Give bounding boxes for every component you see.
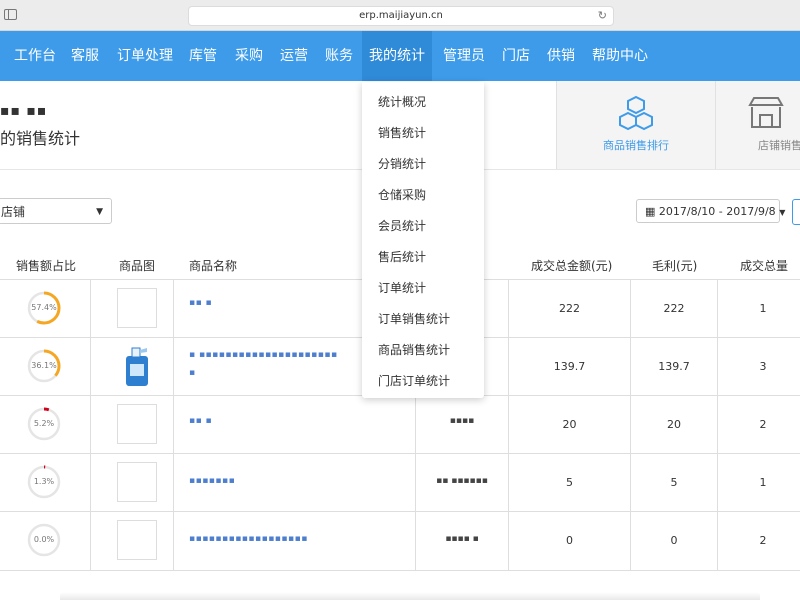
menu-item-distribution-stats[interactable]: 分销统计 [378, 149, 426, 180]
product-code: ▪▪ ▪▪▪▪▪▪ [436, 476, 488, 486]
percent-label: 5.2% [33, 419, 55, 428]
menu-item-member-stats[interactable]: 会员统计 [378, 211, 426, 242]
store-select[interactable]: 店铺 ▼ [0, 198, 112, 224]
product-thumbnail [117, 462, 157, 502]
menu-item-warehouse-purchase[interactable]: 仓储采购 [378, 180, 426, 211]
product-name-line2: ▪ [189, 368, 196, 378]
top-nav: 工作台 客服 订单处理 库管 采购 运营 账务 我的统计 管理员 门店 供销 帮… [0, 31, 800, 81]
total-qty: 1 [759, 476, 767, 489]
chevron-down-icon: ▼ [96, 207, 103, 217]
product-code: ▪▪▪▪ [449, 416, 475, 426]
total-qty: 2 [759, 418, 767, 431]
col-product-name: 商品名称 [189, 259, 238, 273]
percent-label: 36.1% [31, 361, 57, 370]
total-qty: 3 [759, 360, 767, 373]
nav-item-workbench[interactable]: 工作台 [14, 31, 56, 81]
product-thumbnail [117, 404, 157, 444]
store-icon [748, 97, 784, 128]
percent-label: 57.4% [31, 303, 57, 312]
product-thumbnail [117, 288, 157, 328]
product-name[interactable]: ▪▪▪▪▪▪▪▪▪▪▪▪▪▪▪▪▪▪ [189, 534, 308, 544]
total-qty: 2 [759, 534, 767, 547]
menu-item-order-sales-stats[interactable]: 订单销售统计 [378, 304, 450, 335]
nav-item-distribution[interactable]: 供销 [547, 31, 575, 81]
product-code: ▪▪▪▪ ▪ [445, 534, 479, 544]
page-subtitle: ▪▪ ▪▪ [0, 103, 48, 119]
detergent-bottle-image [126, 347, 148, 386]
calendar-icon: ▦ [645, 205, 656, 218]
store-select-value: 店铺 [1, 205, 26, 219]
col-total-amount[interactable]: 成交总金额(元) [531, 253, 612, 279]
col-sales-share[interactable]: 销售额占比 [16, 253, 76, 279]
menu-item-sales-stats[interactable]: 销售统计 [378, 118, 426, 149]
search-button[interactable] [792, 199, 800, 225]
date-range-picker[interactable]: ▦ 2017/8/10 - 2017/9/8 ▼ [636, 199, 785, 223]
menu-item-overview[interactable]: 统计概况 [378, 87, 426, 118]
sidebar-toggle-icon[interactable] [4, 9, 17, 20]
product-name[interactable]: ▪▪ ▪ [189, 298, 212, 308]
product-name[interactable]: ▪ ▪▪▪▪▪▪▪▪▪▪▪▪▪▪▪▪▪▪▪▪▪ [189, 350, 338, 360]
nav-item-accounts[interactable]: 账务 [325, 31, 353, 81]
reload-icon[interactable]: ↻ [598, 7, 607, 25]
date-range-value: 2017/8/10 - 2017/9/8 [658, 205, 776, 218]
nav-item-help[interactable]: 帮助中心 [592, 31, 648, 81]
card-product-ranking-label: 商品销售排行 [603, 139, 669, 152]
menu-item-store-order-stats[interactable]: 门店订单统计 [378, 366, 450, 397]
nav-item-purchase[interactable]: 采购 [235, 31, 263, 81]
total-amount: 139.7 [553, 360, 586, 373]
total-amount: 222 [559, 302, 580, 315]
nav-item-my-stats[interactable]: 我的统计 [362, 31, 432, 81]
page-title: 的销售统计 [0, 129, 81, 148]
menu-item-order-stats[interactable]: 订单统计 [378, 273, 426, 304]
card-product-ranking[interactable]: 商品销售排行 [556, 81, 715, 169]
cubes-icon [619, 95, 653, 131]
table-row[interactable]: 0.0% ▪▪▪▪▪▪▪▪▪▪▪▪▪▪▪▪▪▪ ▪▪▪▪ ▪ 0 0 2 [0, 511, 800, 571]
total-qty: 1 [759, 302, 767, 315]
stats-dropdown-menu: 统计概况 销售统计 分销统计 仓储采购 会员统计 售后统计 订单统计 订单销售统… [362, 82, 484, 398]
total-amount: 20 [562, 418, 577, 431]
browser-toolbar: erp.maijiayun.cn ↻ [0, 0, 800, 31]
gross-profit: 139.7 [658, 360, 690, 373]
table-row[interactable]: 1.3% ▪▪▪▪▪▪▪ ▪▪ ▪▪▪▪▪▪ 5 5 1 [0, 453, 800, 512]
product-thumbnail [117, 520, 157, 560]
total-amount: 0 [566, 534, 573, 547]
table-row[interactable]: 5.2% ▪▪ ▪ ▪▪▪▪ 20 20 2 [0, 395, 800, 454]
bottom-panel-edge [60, 592, 760, 600]
nav-item-inventory[interactable]: 库管 [189, 31, 217, 81]
nav-item-store[interactable]: 门店 [502, 31, 530, 81]
percent-label: 1.3% [33, 477, 55, 486]
menu-item-aftersales-stats[interactable]: 售后统计 [378, 242, 426, 273]
gross-profit: 0 [670, 534, 678, 547]
col-product-image: 商品图 [119, 259, 156, 273]
chevron-down-icon: ▼ [779, 208, 786, 217]
product-name[interactable]: ▪▪▪▪▪▪▪ [189, 476, 235, 486]
col-total-qty[interactable]: 成交总量 [740, 253, 788, 279]
total-amount: 5 [566, 476, 573, 489]
percent-label: 0.0% [33, 535, 55, 544]
col-gross-profit[interactable]: 毛利(元) [652, 253, 697, 279]
menu-item-product-sales-stats[interactable]: 商品销售统计 [378, 335, 450, 366]
gross-profit: 222 [663, 302, 685, 315]
address-bar[interactable]: erp.maijiayun.cn ↻ [188, 6, 614, 26]
nav-item-orders[interactable]: 订单处理 [117, 31, 173, 81]
nav-item-operations[interactable]: 运营 [280, 31, 308, 81]
nav-item-service[interactable]: 客服 [71, 31, 99, 81]
card-store-sales[interactable]: 店铺销售 [715, 81, 800, 169]
gross-profit: 20 [667, 418, 681, 431]
nav-item-admin[interactable]: 管理员 [443, 31, 485, 81]
url-text: erp.maijiayun.cn [359, 10, 443, 21]
gross-profit: 5 [670, 476, 678, 489]
card-store-sales-label: 店铺销售 [758, 139, 800, 152]
product-name[interactable]: ▪▪ ▪ [189, 416, 212, 426]
